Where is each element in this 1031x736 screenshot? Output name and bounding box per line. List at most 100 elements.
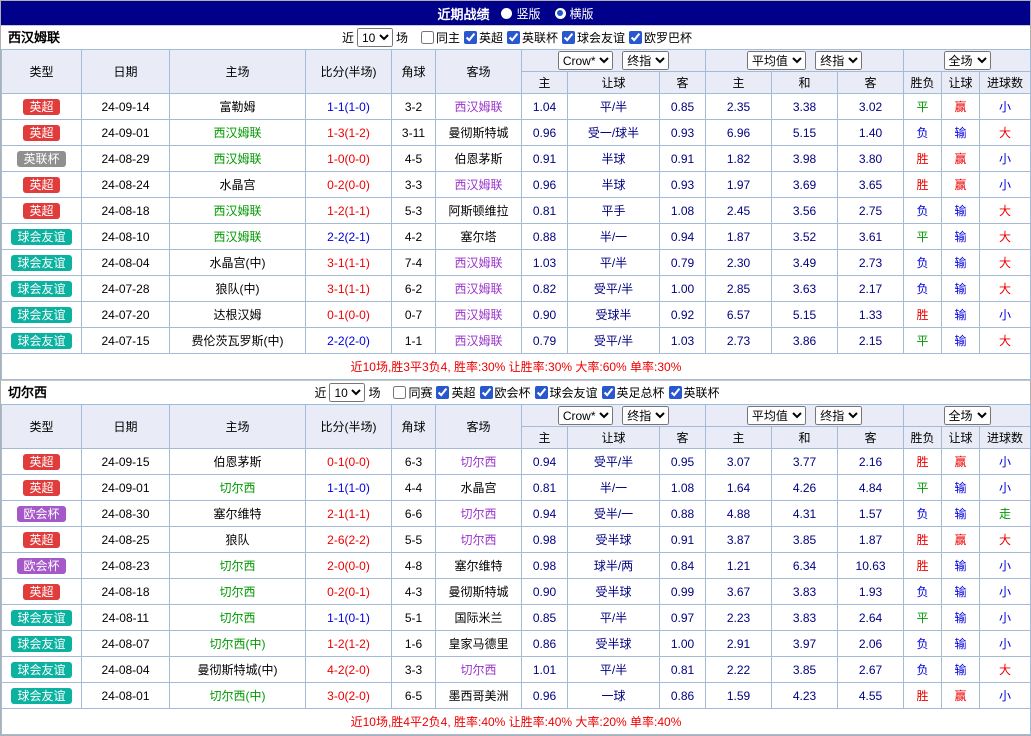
corner-count: 6-3 bbox=[392, 449, 436, 475]
result-handicap: 输 bbox=[942, 198, 980, 224]
scope-select[interactable]: 全场 bbox=[944, 406, 991, 425]
league-badge: 英超 bbox=[23, 480, 59, 496]
league-cell: 英超 bbox=[2, 475, 82, 501]
corner-count: 4-2 bbox=[392, 224, 436, 250]
league-filter-checkbox-input[interactable] bbox=[535, 386, 548, 399]
result-outcome: 负 bbox=[904, 250, 942, 276]
same-venue-checkbox[interactable]: 同主 bbox=[419, 29, 460, 46]
checkbox-label: 英超 bbox=[451, 384, 475, 401]
league-filter-checkbox[interactable]: 球会友谊 bbox=[560, 29, 625, 46]
team-section: 切尔西 近 10 场 同赛英超欧会杯球会友谊英足总杯英联杯 类型 日期 主场 bbox=[1, 380, 1030, 735]
match-score: 2-2(2-1) bbox=[306, 224, 392, 250]
league-filter-checkbox[interactable]: 欧会杯 bbox=[478, 384, 531, 401]
asian-stage-select[interactable]: 终指 bbox=[622, 406, 669, 425]
euro-source-select[interactable]: 平均值 bbox=[747, 51, 806, 70]
filter-row: 西汉姆联 近 10 场 同主英超英联杯球会友谊欧罗巴杯 bbox=[1, 26, 1030, 49]
corner-count: 5-3 bbox=[392, 198, 436, 224]
summary-row: 近10场,胜3平3负4, 胜率:30% 让胜率:30% 大率:60% 单率:30… bbox=[2, 354, 1031, 380]
match-row: 球会友谊24-07-15费伦茨瓦罗斯(中)2-2(2-0)1-1西汉姆联0.79… bbox=[2, 328, 1031, 354]
layout-radio-group: 竖版横版 bbox=[501, 5, 593, 22]
result-outcome: 负 bbox=[904, 276, 942, 302]
league-badge: 英联杯 bbox=[17, 151, 65, 167]
result-goals: 小 bbox=[980, 579, 1031, 605]
league-filter-checkbox-input[interactable] bbox=[602, 386, 615, 399]
scope-select[interactable]: 全场 bbox=[944, 51, 991, 70]
league-filter-checkbox-input[interactable] bbox=[436, 386, 449, 399]
match-date: 24-09-14 bbox=[82, 94, 170, 120]
euro-away-odds: 2.75 bbox=[838, 198, 904, 224]
league-filter-checkbox-input[interactable] bbox=[464, 31, 477, 44]
asian-home-odds: 0.91 bbox=[522, 146, 568, 172]
euro-stage-select[interactable]: 终指 bbox=[815, 406, 862, 425]
layout-radio-vertical[interactable]: 竖版 bbox=[501, 5, 540, 22]
corner-count: 6-5 bbox=[392, 683, 436, 709]
home-team: 西汉姆联 bbox=[170, 198, 306, 224]
euro-away-odds: 1.93 bbox=[838, 579, 904, 605]
league-filter-checkbox[interactable]: 英联杯 bbox=[505, 29, 558, 46]
match-row: 英超24-08-18西汉姆联1-2(1-1)5-3阿斯顿维拉0.81平手1.08… bbox=[2, 198, 1031, 224]
match-date: 24-08-25 bbox=[82, 527, 170, 553]
away-team: 西汉姆联 bbox=[436, 172, 522, 198]
layout-radio-horizontal[interactable]: 横版 bbox=[555, 5, 594, 22]
league-filter-checkbox-input[interactable] bbox=[669, 386, 682, 399]
match-date: 24-08-18 bbox=[82, 198, 170, 224]
match-count-select[interactable]: 10 bbox=[329, 383, 365, 402]
sub-header-handicap: 让球 bbox=[942, 72, 980, 94]
league-filter-checkbox[interactable]: 英超 bbox=[462, 29, 503, 46]
corner-count: 6-2 bbox=[392, 276, 436, 302]
league-badge: 英超 bbox=[23, 177, 59, 193]
asian-home-odds: 0.85 bbox=[522, 605, 568, 631]
bookmaker-select[interactable]: Crow* bbox=[558, 51, 613, 70]
euro-draw-odds: 3.63 bbox=[772, 276, 838, 302]
league-filter-checkbox[interactable]: 英联杯 bbox=[667, 384, 720, 401]
asian-home-odds: 0.98 bbox=[522, 553, 568, 579]
match-score: 1-0(0-0) bbox=[306, 146, 392, 172]
corner-count: 4-8 bbox=[392, 553, 436, 579]
home-team: 狼队 bbox=[170, 527, 306, 553]
asian-home-odds: 1.01 bbox=[522, 657, 568, 683]
bookmaker-select[interactable]: Crow* bbox=[558, 406, 613, 425]
home-team: 狼队(中) bbox=[170, 276, 306, 302]
asian-handicap-line: 半/一 bbox=[568, 224, 660, 250]
match-date: 24-08-10 bbox=[82, 224, 170, 250]
sub-header-outcome: 胜负 bbox=[904, 427, 942, 449]
sub-header-goals: 进球数 bbox=[980, 72, 1031, 94]
league-badge: 欧会杯 bbox=[17, 558, 65, 574]
result-handicap: 输 bbox=[942, 501, 980, 527]
same-competition-checkbox-input[interactable] bbox=[393, 386, 406, 399]
euro-away-odds: 2.67 bbox=[838, 657, 904, 683]
match-row: 英超24-09-15伯恩茅斯0-1(0-0)6-3切尔西0.94受平/半0.95… bbox=[2, 449, 1031, 475]
result-outcome: 负 bbox=[904, 579, 942, 605]
match-score: 2-1(1-1) bbox=[306, 501, 392, 527]
col-header-away: 客场 bbox=[436, 405, 522, 449]
league-filter-checkbox[interactable]: 英足总杯 bbox=[600, 384, 665, 401]
home-team: 西汉姆联 bbox=[170, 224, 306, 250]
home-team: 切尔西(中) bbox=[170, 631, 306, 657]
league-filter-checkbox-input[interactable] bbox=[562, 31, 575, 44]
league-filter-checkbox-input[interactable] bbox=[629, 31, 642, 44]
league-filter-checkbox-input[interactable] bbox=[480, 386, 493, 399]
away-team: 水晶宫 bbox=[436, 475, 522, 501]
euro-stage-select[interactable]: 终指 bbox=[815, 51, 862, 70]
match-count-select[interactable]: 10 bbox=[357, 28, 393, 47]
asian-handicap-line: 平/半 bbox=[568, 605, 660, 631]
league-filter-checkbox-input[interactable] bbox=[507, 31, 520, 44]
asian-handicap-line: 受球半 bbox=[568, 302, 660, 328]
euro-source-select[interactable]: 平均值 bbox=[747, 406, 806, 425]
same-competition-checkbox[interactable]: 同赛 bbox=[391, 384, 432, 401]
away-team: 国际米兰 bbox=[436, 605, 522, 631]
league-cell: 欧会杯 bbox=[2, 501, 82, 527]
league-filter-checkbox[interactable]: 欧罗巴杯 bbox=[627, 29, 692, 46]
same-venue-checkbox-input[interactable] bbox=[421, 31, 434, 44]
euro-home-odds: 3.87 bbox=[706, 527, 772, 553]
asian-home-odds: 0.94 bbox=[522, 449, 568, 475]
match-date: 24-08-07 bbox=[82, 631, 170, 657]
league-cell: 英超 bbox=[2, 527, 82, 553]
asian-handicap-line: 受半球 bbox=[568, 527, 660, 553]
euro-away-odds: 3.61 bbox=[838, 224, 904, 250]
asian-stage-select[interactable]: 终指 bbox=[622, 51, 669, 70]
league-filter-checkbox[interactable]: 英超 bbox=[434, 384, 475, 401]
league-filter-checkbox[interactable]: 球会友谊 bbox=[533, 384, 598, 401]
euro-home-odds: 1.64 bbox=[706, 475, 772, 501]
recent-results-page: 近期战绩 竖版横版 西汉姆联 近 10 场 同主英超英联杯球会友谊欧罗巴杯 bbox=[0, 0, 1031, 736]
